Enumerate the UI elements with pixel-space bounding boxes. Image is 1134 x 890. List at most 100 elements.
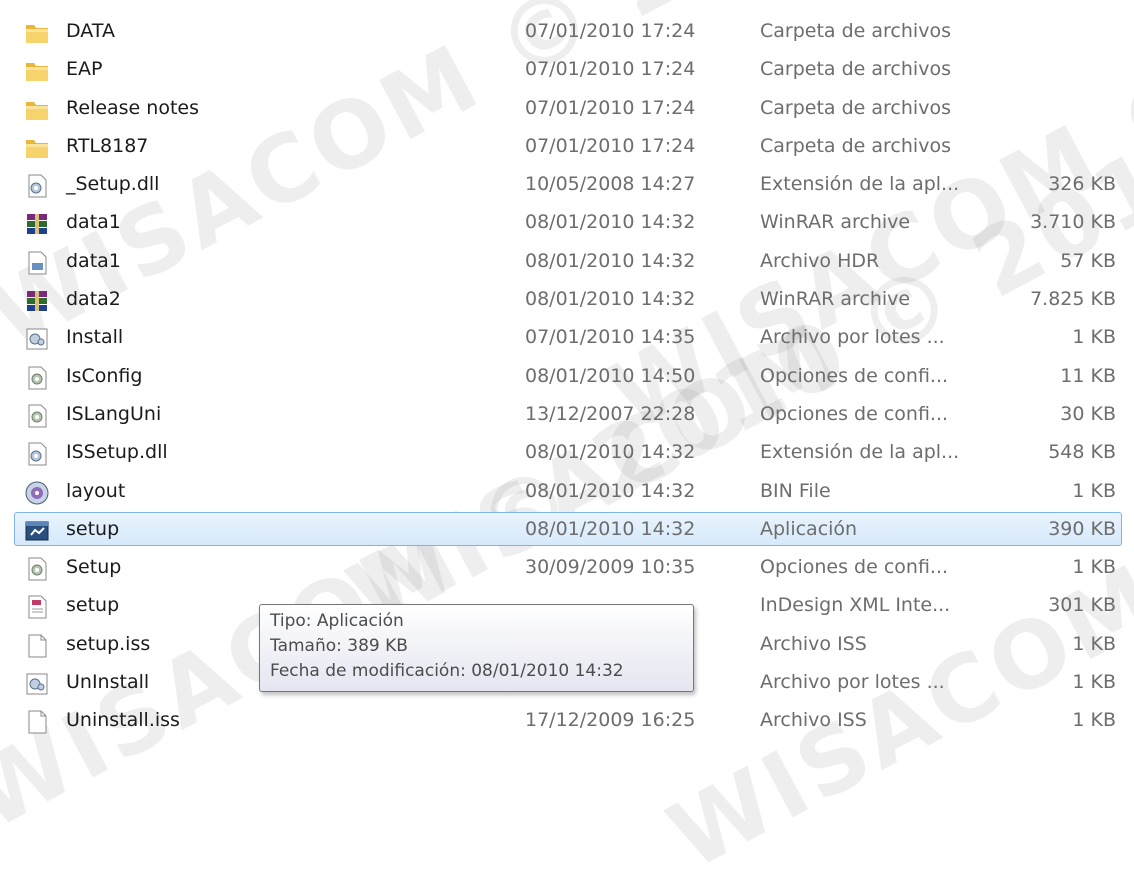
file-date: 08/01/2010 14:50	[525, 364, 696, 387]
dll-icon	[24, 441, 50, 466]
file-row[interactable]: DATA 07/01/2010 17:24 Carpeta de archivos	[0, 12, 1134, 50]
file-type: InDesign XML Inte...	[760, 594, 951, 617]
file-date: 07/01/2010 17:24	[525, 58, 696, 81]
file-row[interactable]: _Setup.dll 10/05/2008 14:27 Extensión de l…	[0, 165, 1134, 203]
tooltip-size: Tamaño: 389 KB	[270, 636, 408, 656]
file-type: Carpeta de archivos	[760, 58, 951, 81]
file-row[interactable]: ISLangUni 13/12/2007 22:28 Opciones de con…	[0, 395, 1134, 433]
file-date: 17/12/2009 16:25	[525, 709, 696, 732]
file-row[interactable]: data2 08/01/2010 14:32 WinRAR archive 7.825…	[0, 280, 1134, 318]
file-name: setup	[66, 594, 120, 617]
file-row[interactable]: Setup 30/09/2009 10:35 Opciones de confi..…	[0, 548, 1134, 586]
file-row[interactable]: IsConfig 08/01/2010 14:50 Opciones de conf…	[0, 357, 1134, 395]
file-date: 08/01/2010 14:32	[525, 517, 696, 540]
batch-file-icon	[24, 671, 50, 695]
file-name: layout	[66, 479, 126, 502]
file-size: 1 KB	[1072, 632, 1116, 655]
file-type: Extensión de la apl...	[760, 441, 960, 464]
file-row[interactable]: EAP 07/01/2010 17:24 Carpeta de archivos	[0, 50, 1134, 88]
file-name: data2	[66, 288, 121, 311]
file-size: 1 KB	[1072, 671, 1116, 694]
config-file-icon	[24, 556, 50, 581]
file-type: Archivo ISS	[760, 632, 867, 655]
file-size: 1 KB	[1072, 556, 1116, 579]
file-date: 07/01/2010 17:24	[525, 96, 696, 119]
file-name: ISSetup.dll	[66, 441, 168, 464]
file-date: 07/01/2010 17:24	[525, 134, 696, 157]
file-name: _Setup.dll	[66, 173, 160, 196]
file-type: Archivo por lotes ...	[760, 326, 945, 349]
file-name: RTL8187	[66, 134, 149, 157]
file-row[interactable]: setup 08/01/2010 14:32 Aplicación 390 KB	[0, 510, 1134, 548]
file-name: Install	[66, 326, 124, 349]
xml-file-icon	[24, 594, 50, 619]
file-row[interactable]: data1 08/01/2010 14:32 Archivo HDR 57 KB	[0, 242, 1134, 280]
file-type: Opciones de confi...	[760, 402, 949, 425]
file-size: 7.825 KB	[1030, 288, 1116, 311]
folder-icon	[24, 20, 50, 44]
file-type: Archivo HDR	[760, 249, 880, 272]
file-row[interactable]: Uninstall.iss 17/12/2009 16:25 Archivo ISS…	[0, 701, 1134, 739]
file-name: setup.iss	[66, 632, 151, 655]
application-icon	[24, 518, 50, 542]
file-date: 30/09/2009 10:35	[525, 556, 696, 579]
file-row[interactable]: Install 07/01/2010 14:35 Archivo por lotes…	[0, 318, 1134, 356]
tooltip-type: Tipo: Aplicación	[270, 611, 404, 631]
file-type: Opciones de confi...	[760, 364, 949, 387]
file-size: 3.710 KB	[1030, 211, 1116, 234]
file-date: 08/01/2010 14:32	[525, 441, 696, 464]
hdr-file-icon	[24, 250, 50, 275]
file-size: 326 KB	[1048, 173, 1116, 196]
file-name: Setup	[66, 556, 122, 579]
file-size: 1 KB	[1072, 326, 1116, 349]
blank-file-icon	[24, 633, 50, 658]
file-date: 07/01/2010 17:24	[525, 20, 696, 42]
file-name: ISLangUni	[66, 402, 162, 425]
file-name: EAP	[66, 58, 103, 81]
file-type: Archivo ISS	[760, 709, 867, 732]
file-row[interactable]: RTL8187 07/01/2010 17:24 Carpeta de archiv…	[0, 127, 1134, 165]
file-name: UnInstall	[66, 671, 150, 694]
file-name: Uninstall.iss	[66, 709, 180, 732]
file-name: IsConfig	[66, 364, 143, 387]
file-type: Carpeta de archivos	[760, 134, 951, 157]
file-type: WinRAR archive	[760, 288, 911, 311]
file-date: 08/01/2010 14:32	[525, 479, 696, 502]
file-size: 1 KB	[1072, 709, 1116, 732]
file-type: WinRAR archive	[760, 211, 911, 234]
file-name: DATA	[66, 20, 115, 42]
file-size: 11 KB	[1060, 364, 1116, 387]
file-size: 301 KB	[1048, 594, 1116, 617]
file-tooltip: Tipo: Aplicación Tamaño: 389 KB Fecha de…	[259, 604, 694, 692]
file-type: Carpeta de archivos	[760, 96, 951, 119]
file-date: 08/01/2010 14:32	[525, 211, 696, 234]
file-row[interactable]: Release notes 07/01/2010 17:24 Carpeta de …	[0, 89, 1134, 127]
file-date: 13/12/2007 22:28	[525, 402, 696, 425]
tooltip-modified: Fecha de modificación: 08/01/2010 14:32	[270, 661, 624, 681]
folder-icon	[24, 97, 50, 121]
file-size: 390 KB	[1048, 517, 1116, 540]
file-size: 548 KB	[1048, 441, 1116, 464]
file-name: data1	[66, 249, 121, 272]
file-size: 30 KB	[1060, 402, 1116, 425]
file-row[interactable]: ISSetup.dll 08/01/2010 14:32 Extensión de …	[0, 433, 1134, 471]
file-name: Release notes	[66, 96, 199, 119]
config-file-icon	[24, 365, 50, 390]
file-date: 08/01/2010 14:32	[525, 288, 696, 311]
file-size: 1 KB	[1072, 479, 1116, 502]
file-type: Carpeta de archivos	[760, 20, 951, 42]
folder-icon	[24, 58, 50, 82]
folder-icon	[24, 135, 50, 159]
blank-file-icon	[24, 709, 50, 734]
file-name: data1	[66, 211, 121, 234]
file-type: Aplicación	[760, 517, 858, 540]
file-row[interactable]: layout 08/01/2010 14:32 BIN File 1 KB	[0, 472, 1134, 510]
winrar-icon	[24, 211, 50, 235]
dll-icon	[24, 173, 50, 198]
file-row[interactable]: data1 08/01/2010 14:32 WinRAR archive 3.710…	[0, 203, 1134, 241]
file-type: BIN File	[760, 479, 831, 502]
winrar-icon	[24, 288, 50, 312]
file-type: Extensión de la apl...	[760, 173, 960, 196]
file-type: Opciones de confi...	[760, 556, 949, 579]
disc-icon	[24, 480, 50, 505]
